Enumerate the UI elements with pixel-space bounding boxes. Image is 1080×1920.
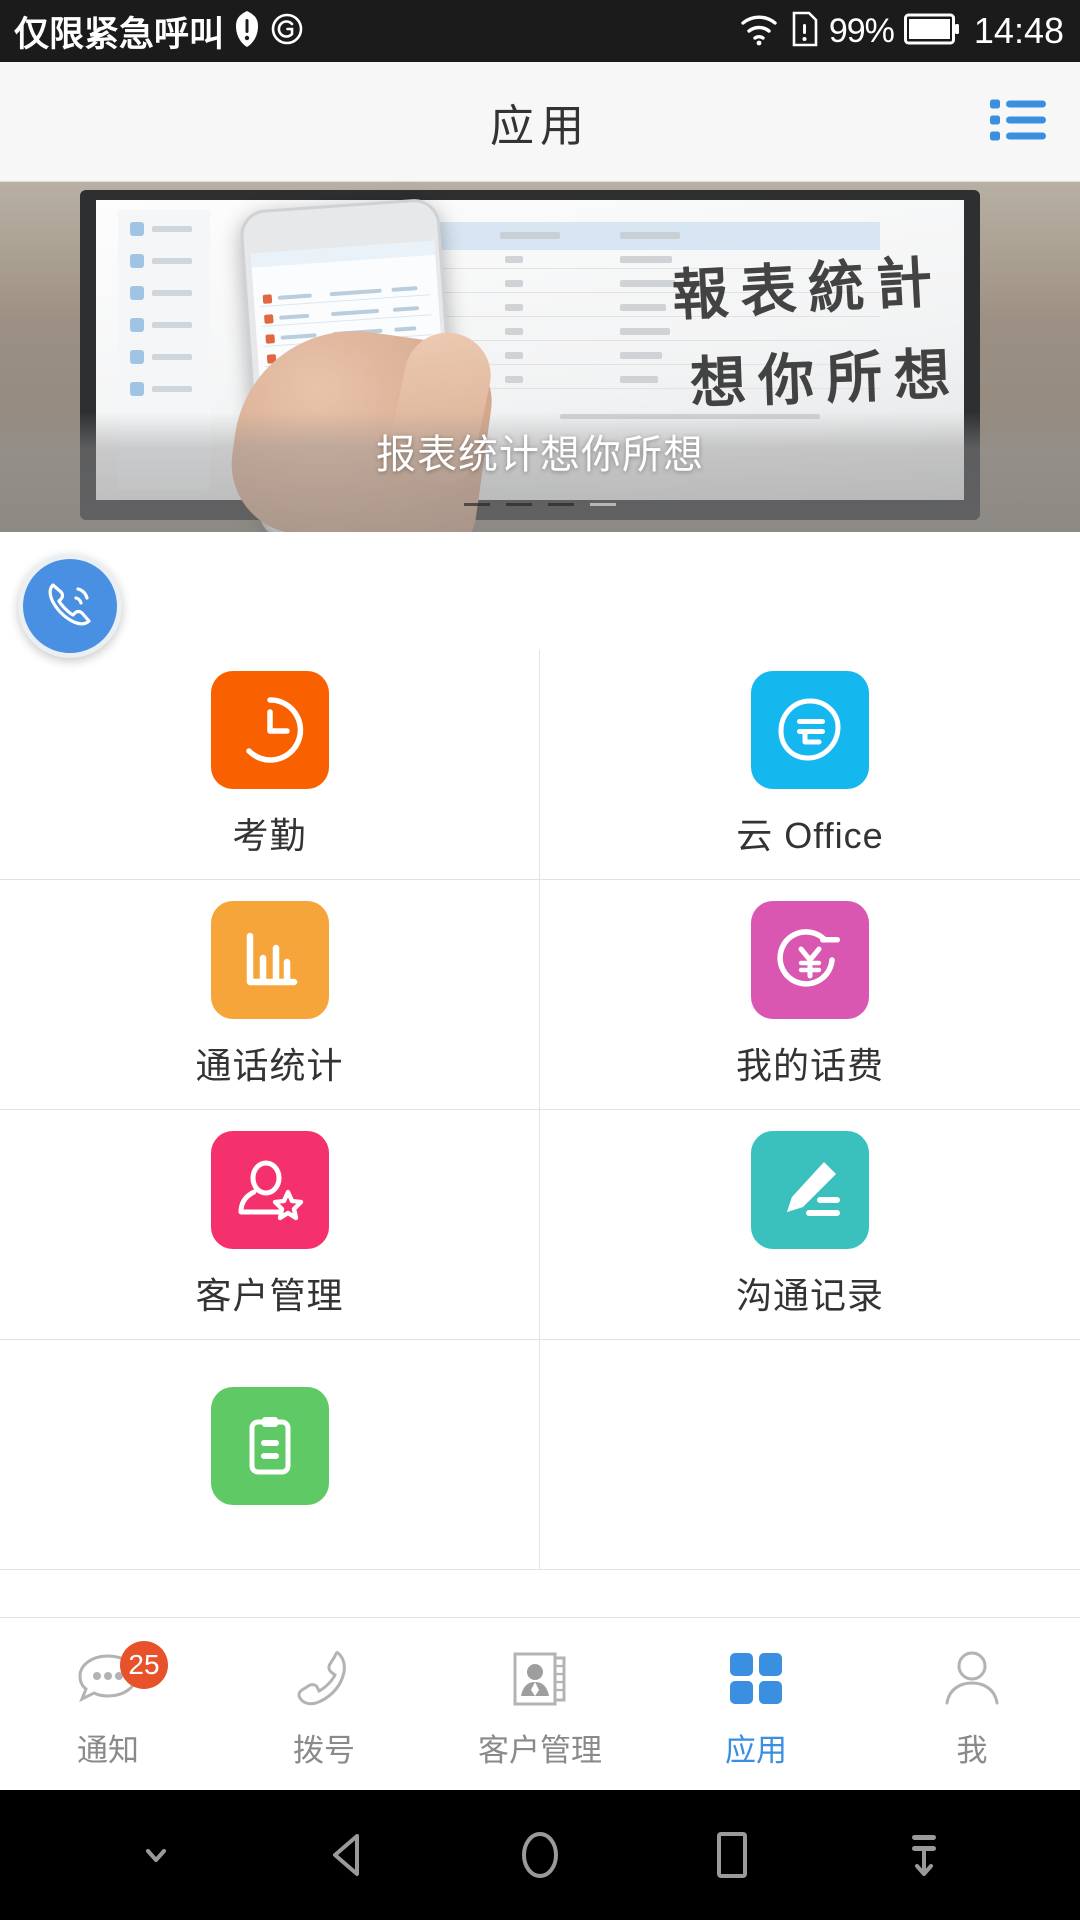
wifi-icon bbox=[737, 12, 781, 51]
pagination-dot[interactable] bbox=[590, 503, 616, 506]
contact-card-icon bbox=[504, 1647, 576, 1711]
clipboard-icon bbox=[210, 1386, 329, 1505]
cloud-yun-icon bbox=[751, 670, 869, 789]
status-bar-right: 99% 14:48 bbox=[737, 10, 1064, 52]
app-tile-customer-mgmt[interactable]: 客户管理 bbox=[0, 1110, 540, 1340]
app-header: 应用 bbox=[0, 62, 1080, 182]
app-grid-row bbox=[0, 1340, 1080, 1570]
app-label: 考勤 bbox=[232, 814, 307, 856]
app-grid-row: 通话统计 我的话费 bbox=[0, 880, 1080, 1110]
phone-handset-icon bbox=[288, 1647, 360, 1711]
phone-call-icon bbox=[39, 573, 101, 640]
android-nav-bar bbox=[0, 1790, 1080, 1920]
back-triangle-icon[interactable] bbox=[293, 1800, 403, 1910]
bar-chart-icon bbox=[210, 900, 329, 1019]
banner-pagination[interactable] bbox=[0, 503, 1080, 506]
app-label: 云 Office bbox=[736, 814, 884, 856]
app-tile-kaoqin[interactable]: 考勤 bbox=[0, 650, 540, 880]
app-grid-row: 客户管理 沟通记录 bbox=[0, 1110, 1080, 1340]
person-icon bbox=[936, 1647, 1008, 1711]
page-title: 应用 bbox=[490, 101, 590, 151]
clock-icon bbox=[210, 670, 329, 789]
app-grid: 考勤 云 Office 通话统计 我的话费 客户管理 沟通记录 bbox=[0, 650, 1080, 1617]
banner-calligraphy-line2: 想你所想 bbox=[689, 341, 964, 417]
bottom-tab-bar: 25 通知 拨号 客户管理 应用 我 bbox=[0, 1617, 1080, 1790]
pagination-dot[interactable] bbox=[464, 503, 490, 506]
tab-customer-management[interactable]: 客户管理 bbox=[432, 1639, 648, 1770]
floating-call-button[interactable] bbox=[18, 554, 122, 658]
tab-label: 拨号 bbox=[293, 1732, 355, 1768]
phone-screen: 仅限紧急呼叫 99% 14:48 应用 報表統計 想你所想 报表统计想你所想 考… bbox=[0, 0, 1080, 1920]
app-label: 我的话费 bbox=[735, 1044, 884, 1086]
app-label: 客户管理 bbox=[195, 1274, 344, 1316]
status-bar-left: 仅限紧急呼叫 bbox=[14, 6, 304, 57]
notification-badge: 25 bbox=[120, 1640, 168, 1689]
app-tile-my-bill[interactable]: 我的话费 bbox=[540, 880, 1080, 1110]
chevron-down-icon[interactable] bbox=[101, 1800, 211, 1910]
tab-dialer[interactable]: 拨号 bbox=[216, 1639, 432, 1770]
sim-card-alert-icon bbox=[791, 11, 819, 52]
tab-me[interactable]: 我 bbox=[864, 1639, 1080, 1770]
app-tile-call-stats[interactable]: 通话统计 bbox=[0, 880, 540, 1110]
carrier-label: 仅限紧急呼叫 bbox=[14, 14, 225, 54]
banner-calligraphy-line1: 報表統計 bbox=[670, 248, 946, 330]
pagination-dot[interactable] bbox=[506, 503, 532, 506]
tab-apps[interactable]: 应用 bbox=[648, 1639, 864, 1770]
app-tile-yun-office[interactable]: 云 Office bbox=[540, 650, 1080, 880]
warning-badge-icon bbox=[234, 10, 260, 53]
list-menu-icon[interactable] bbox=[990, 95, 1046, 148]
home-circle-icon[interactable] bbox=[485, 1800, 595, 1910]
tab-label: 应用 bbox=[725, 1732, 787, 1768]
person-star-icon bbox=[210, 1130, 329, 1249]
clock-label: 14:48 bbox=[973, 10, 1064, 51]
chat-bubble-icon: 25 bbox=[72, 1640, 168, 1711]
app-tile-empty bbox=[540, 1340, 1080, 1570]
pencil-note-icon bbox=[751, 1130, 869, 1249]
status-bar: 仅限紧急呼叫 99% 14:48 bbox=[0, 0, 1080, 62]
tab-notifications[interactable]: 25 通知 bbox=[0, 1639, 216, 1770]
notification-pulldown-icon[interactable] bbox=[869, 1800, 979, 1910]
app-tile-comm-records[interactable]: 沟通记录 bbox=[540, 1110, 1080, 1340]
banner-caption: 报表统计想你所想 bbox=[376, 433, 704, 477]
app-label: 通话统计 bbox=[195, 1044, 344, 1086]
grid-squares-icon bbox=[720, 1647, 792, 1711]
app-grid-row: 考勤 云 Office bbox=[0, 650, 1080, 880]
app-label: 沟通记录 bbox=[735, 1274, 884, 1316]
battery-percent-label: 99% bbox=[828, 11, 895, 50]
promo-banner[interactable]: 報表統計 想你所想 报表统计想你所想 bbox=[0, 182, 1080, 532]
battery-full-icon bbox=[903, 13, 960, 50]
yuan-coin-icon bbox=[751, 900, 869, 1019]
recents-square-icon[interactable] bbox=[677, 1800, 787, 1910]
tab-label: 通知 bbox=[77, 1732, 139, 1768]
tab-label: 我 bbox=[956, 1732, 988, 1768]
g-network-icon bbox=[270, 12, 304, 51]
app-tile-clipboard[interactable] bbox=[0, 1340, 540, 1570]
tab-label: 客户管理 bbox=[478, 1732, 602, 1768]
pagination-dot[interactable] bbox=[548, 503, 574, 506]
